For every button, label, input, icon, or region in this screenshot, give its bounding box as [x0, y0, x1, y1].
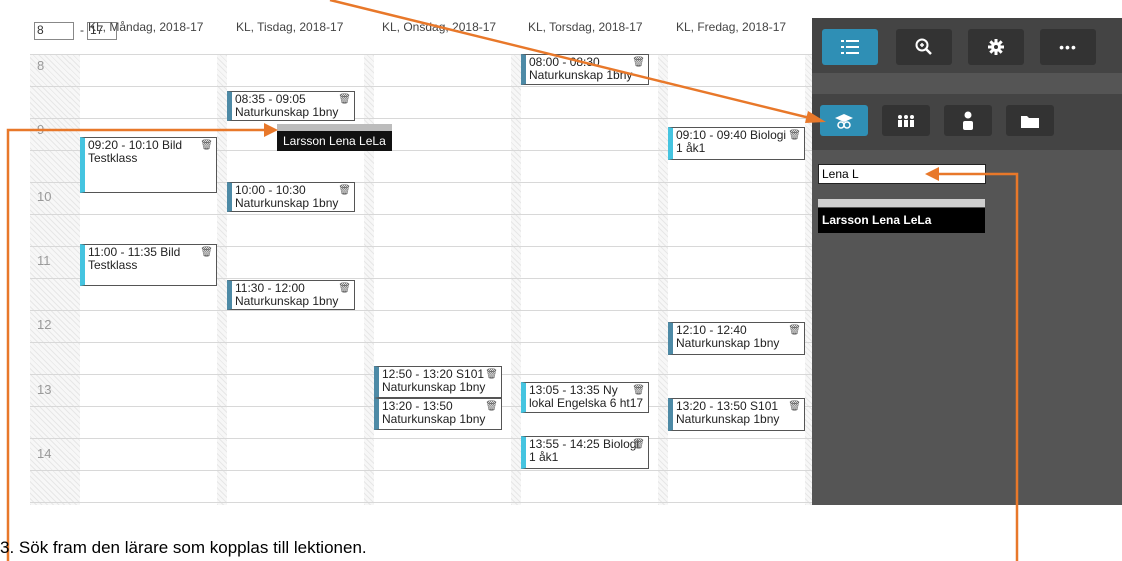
arrow-to-filter-button [329, 0, 819, 122]
arrow-to-tooltip [6, 128, 268, 561]
arrowhead [805, 111, 826, 123]
instruction-caption: 3. Sök fram den lärare som kopplas till … [0, 538, 367, 557]
arrow-to-search [935, 172, 1019, 561]
arrowhead [925, 167, 939, 181]
arrowhead [264, 123, 278, 137]
annotation-arrows [6, 0, 1019, 561]
